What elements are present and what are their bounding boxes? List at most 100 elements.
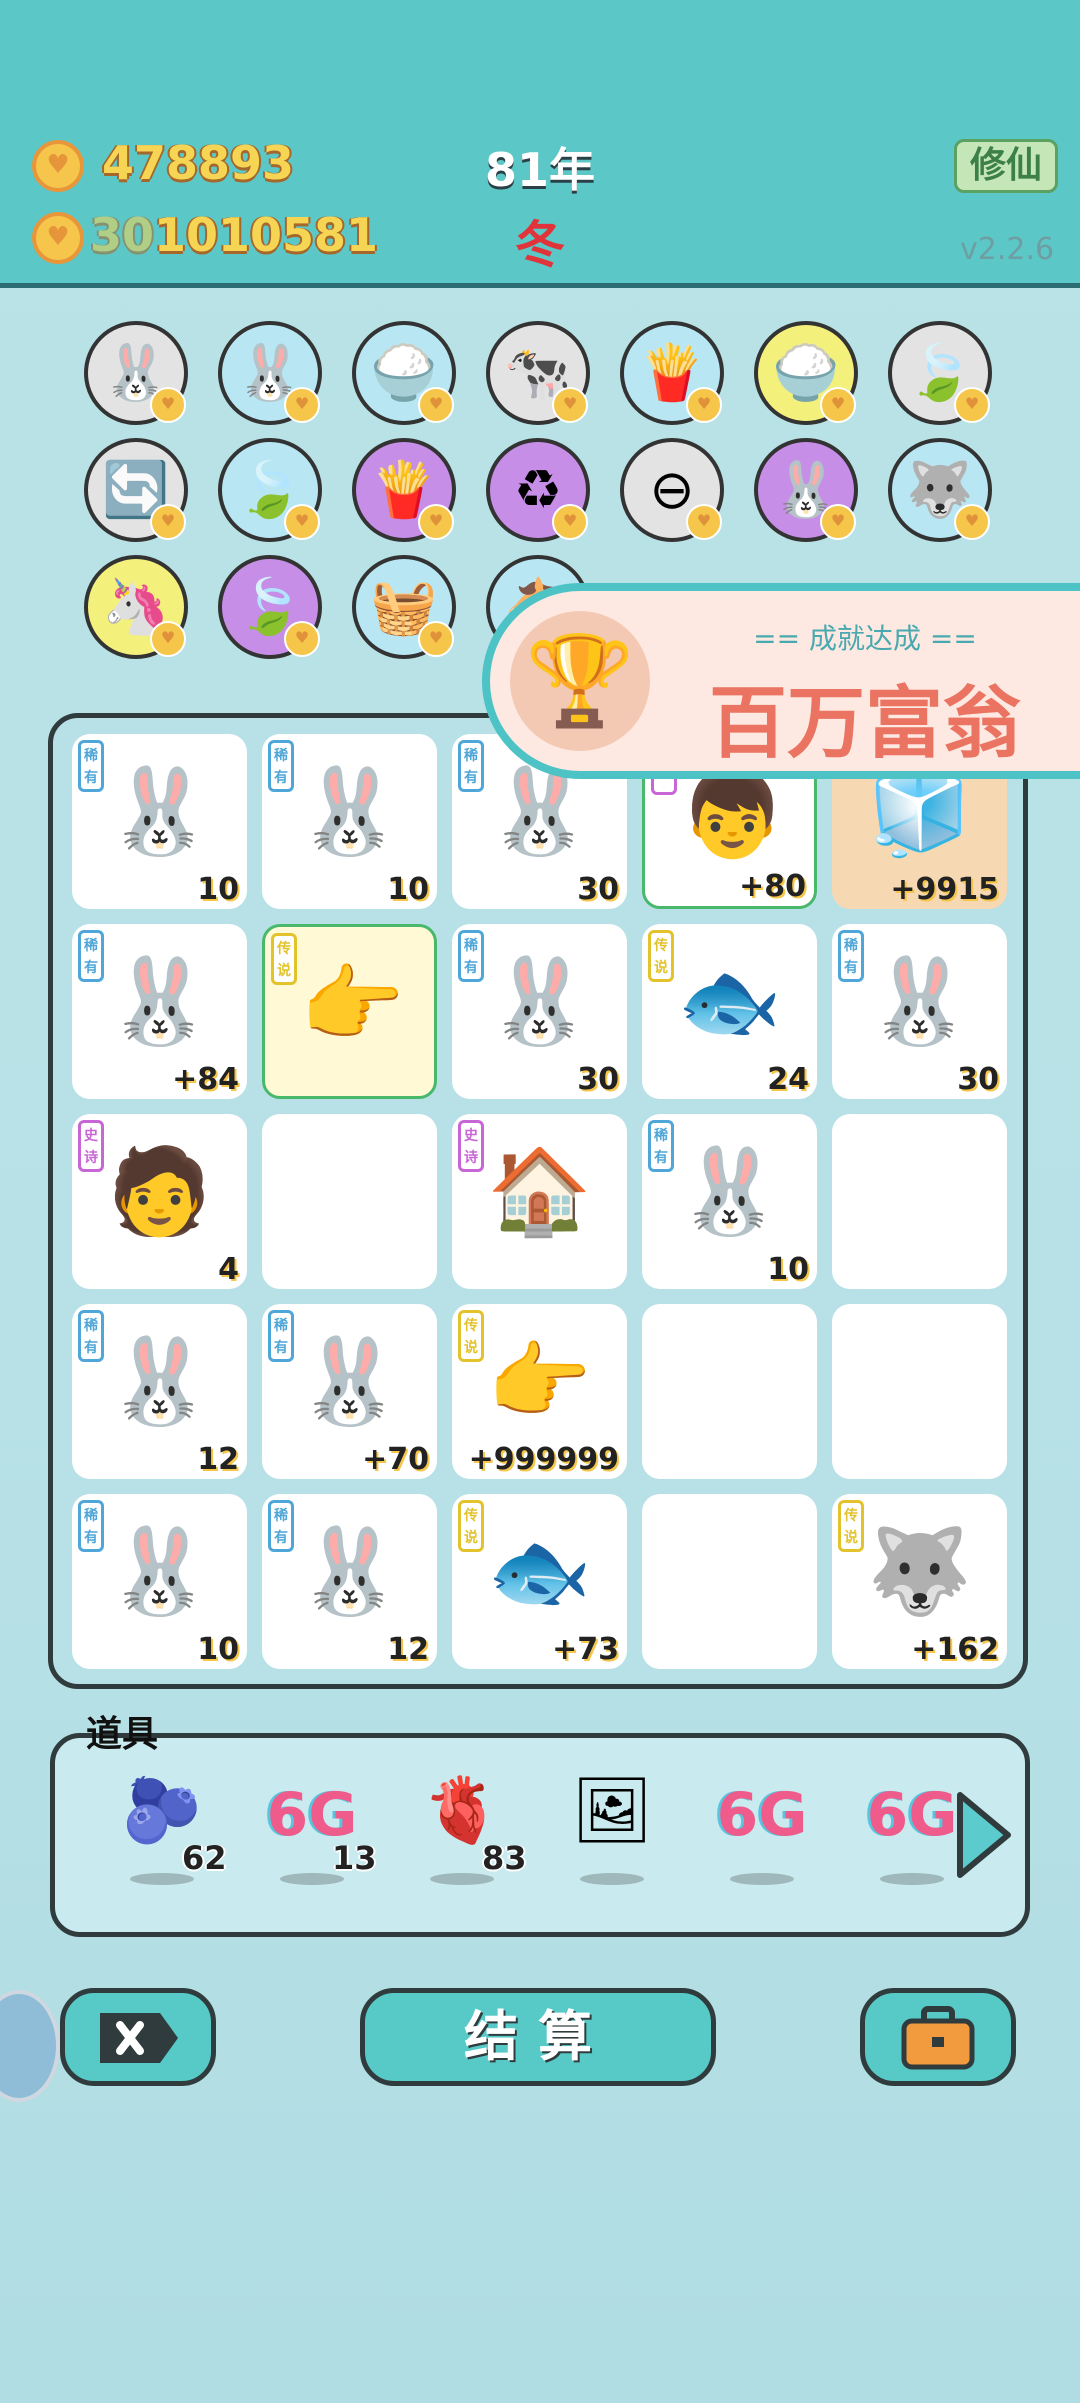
token-refresh-icon[interactable]: 🔄 ♥	[84, 438, 188, 542]
gold-coin-icon	[32, 140, 84, 192]
item-count: 83	[482, 1839, 527, 1877]
inventory-button[interactable]	[860, 1988, 1016, 2086]
gem-count-value: 1010581	[154, 208, 379, 262]
achievement-toast: 🏆 == 成就达成 == 百万富翁	[482, 583, 1080, 779]
token-unicorn-icon[interactable]: 🦄 ♥	[84, 555, 188, 659]
token-rice-bowl-icon[interactable]: 🍚 ♥	[754, 321, 858, 425]
blueberry-icon: 🫐	[122, 1774, 202, 1848]
hair-guy-icon: 🧑	[107, 1142, 212, 1240]
next-arrow-icon[interactable]	[948, 1785, 1018, 1885]
item-count: 13	[332, 1839, 377, 1877]
board-cell[interactable]: 稀有 🐰 10	[262, 734, 437, 909]
cultivate-button[interactable]: 修仙	[954, 139, 1058, 193]
crowned-husky-icon: 🐺	[867, 1522, 972, 1620]
board-cell[interactable]: 稀有 🐰 30	[452, 924, 627, 1099]
token-cow-icon[interactable]: 🐄 ♥	[486, 321, 590, 425]
gem-count: 301010581	[90, 208, 378, 262]
cell-value: +80	[739, 869, 806, 904]
cell-value: 30	[577, 872, 619, 907]
rabbit-icon: 🐰	[297, 1332, 402, 1430]
heart-badge-icon: ♥	[552, 387, 588, 423]
board-cell[interactable]: 传说 👉 +999999	[452, 1304, 627, 1479]
board-cell[interactable]: 传说 🐟 +73	[452, 1494, 627, 1669]
board-cell[interactable]: 稀有 🐰 +70	[262, 1304, 437, 1479]
briefcase-icon	[901, 2006, 975, 2070]
side-avatar[interactable]	[0, 1990, 60, 2102]
token-rabbit-icon[interactable]: 🐰 ♥	[218, 321, 322, 425]
season-label: 冬	[515, 216, 565, 274]
cell-value: 30	[957, 1062, 999, 1097]
heart-badge-icon: ♥	[954, 387, 990, 423]
token-husky-icon[interactable]: 🐺 ♥	[888, 438, 992, 542]
item-slot[interactable]: 6G	[862, 1773, 962, 1885]
board-cell[interactable]: 稀有 🐰 30	[832, 924, 1007, 1099]
token-remove-icon[interactable]: ⊖ ♥	[620, 438, 724, 542]
board-cell[interactable]: 稀有 🐰 12	[72, 1304, 247, 1479]
cell-value: 4	[218, 1252, 239, 1287]
pointing-hand-icon: 👉	[487, 1332, 592, 1430]
gold-coin-icon	[32, 212, 84, 264]
token-fries-icon[interactable]: 🍟 ♥	[620, 321, 724, 425]
empty-cell[interactable]	[642, 1304, 817, 1479]
token-fruit-basket-icon[interactable]: 🧺 ♥	[352, 555, 456, 659]
item-slot[interactable]: 6G 13	[262, 1773, 377, 1885]
empty-cell[interactable]	[642, 1494, 817, 1669]
heart-badge-icon: ♥	[820, 504, 856, 540]
achievement-title: 百万富翁	[708, 679, 1021, 769]
item-slot[interactable]: 6G	[712, 1773, 812, 1885]
cell-value: 30	[577, 1062, 619, 1097]
token-recycle-icon[interactable]: ♻ ♥	[486, 438, 590, 542]
rabbit-icon: 🐰	[677, 1142, 782, 1240]
empty-cell[interactable]	[262, 1114, 437, 1289]
liver-icon: 🫀	[422, 1774, 502, 1848]
item-slot[interactable]: 🖼	[562, 1773, 662, 1885]
token-rabbit-icon[interactable]: 🐰 ♥	[754, 438, 858, 542]
board-cell[interactable]: 传说 👉	[262, 924, 437, 1099]
year-label: 81年	[484, 143, 595, 197]
exit-button[interactable]	[60, 1988, 216, 2086]
rabbit-icon: 🐰	[107, 1522, 212, 1620]
heart-badge-icon: ♥	[418, 504, 454, 540]
items-label: 道具	[86, 1714, 159, 1755]
cell-value: +73	[552, 1632, 619, 1667]
cell-value: +84	[172, 1062, 239, 1097]
empty-cell[interactable]	[832, 1114, 1007, 1289]
board-cell[interactable]: 稀有 🐰 +84	[72, 924, 247, 1099]
coin-count: 478893	[102, 136, 295, 190]
token-rice-bowl-icon[interactable]: 🍚 ♥	[352, 321, 456, 425]
settle-label: 结算	[464, 2005, 612, 2068]
item-shadow	[730, 1873, 794, 1885]
item-slot[interactable]: 🫐 62	[112, 1773, 227, 1885]
board-cell[interactable]: 史诗 🏠	[452, 1114, 627, 1289]
board-cell[interactable]: 稀有 🐰 10	[72, 734, 247, 909]
board-cell[interactable]: 传说 🐺 +162	[832, 1494, 1007, 1669]
token-leaf-icon[interactable]: 🍃 ♥	[888, 321, 992, 425]
board-cell[interactable]: 稀有 🐰 10	[72, 1494, 247, 1669]
version-label: v2.2.6	[960, 232, 1055, 267]
empty-cell[interactable]	[832, 1304, 1007, 1479]
token-leaf-icon[interactable]: 🍃 ♥	[218, 555, 322, 659]
heart-badge-icon: ♥	[954, 504, 990, 540]
heart-badge-icon: ♥	[284, 621, 320, 657]
item-slot[interactable]: 🫀 83	[412, 1773, 527, 1885]
cell-value: 24	[767, 1062, 809, 1097]
cell-value: 12	[387, 1632, 429, 1667]
settle-button[interactable]: 结算	[360, 1988, 716, 2086]
heart-badge-icon: ♥	[552, 504, 588, 540]
cell-value: 10	[387, 872, 429, 907]
heart-badge-icon: ♥	[820, 387, 856, 423]
board-cell[interactable]: 稀有 🐰 10	[642, 1114, 817, 1289]
cell-value: 10	[197, 872, 239, 907]
heart-badge-icon: ♥	[686, 504, 722, 540]
rabbit-house-icon: 🏠	[487, 1142, 592, 1240]
token-leaf-icon[interactable]: 🍃 ♥	[218, 438, 322, 542]
6g-icon: 6G	[716, 1780, 808, 1850]
item-count: 62	[182, 1839, 227, 1877]
rabbit-icon: 🐰	[107, 762, 212, 860]
board-cell[interactable]: 传说 🐟 24	[642, 924, 817, 1099]
board-cell[interactable]: 稀有 🐰 12	[262, 1494, 437, 1669]
token-fries-icon[interactable]: 🍟 ♥	[352, 438, 456, 542]
rabbit-icon: 🐰	[867, 952, 972, 1050]
board-cell[interactable]: 史诗 🧑 4	[72, 1114, 247, 1289]
token-rabbit-icon[interactable]: 🐰 ♥	[84, 321, 188, 425]
